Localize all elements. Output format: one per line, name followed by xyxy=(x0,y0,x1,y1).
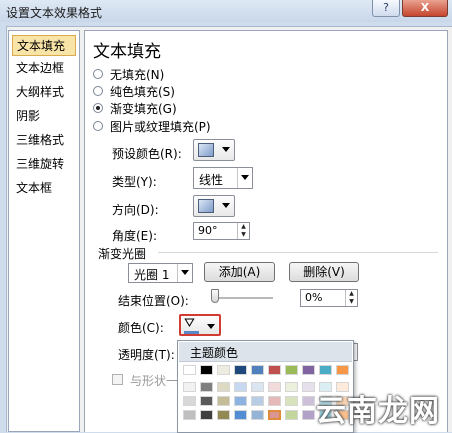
rotate-with-shape-checkbox[interactable] xyxy=(112,374,123,385)
color-swatch[interactable] xyxy=(302,410,315,420)
preset-colors-label: 预设颜色(R): xyxy=(112,147,182,161)
color-swatch[interactable] xyxy=(268,410,281,420)
type-select[interactable]: 线性 xyxy=(193,167,253,189)
end-position-slider-track[interactable] xyxy=(213,297,273,300)
color-swatch[interactable] xyxy=(285,365,298,375)
direction-label: 方向(D): xyxy=(112,203,159,217)
color-swatch[interactable] xyxy=(251,396,264,406)
color-swatch[interactable] xyxy=(200,396,213,406)
color-swatch[interactable] xyxy=(268,396,281,406)
color-swatch[interactable] xyxy=(251,365,264,375)
chevron-down-icon xyxy=(241,175,249,180)
angle-value: 90° xyxy=(198,224,218,237)
gradient-swatch-icon xyxy=(198,199,214,213)
color-swatch[interactable] xyxy=(183,410,196,420)
spin-arrows-icon[interactable]: ▲▼ xyxy=(237,223,249,239)
radio-no-fill[interactable] xyxy=(93,69,103,79)
direction-button[interactable] xyxy=(193,195,235,217)
gradient-stop-select[interactable]: 光圈 1 xyxy=(128,263,193,283)
gradient-swatch-icon xyxy=(198,143,214,157)
radio-picture-fill[interactable] xyxy=(93,121,103,131)
color-swatch[interactable] xyxy=(285,382,298,392)
category-list: 文本填充 文本边框 大纲样式 阴影 三维格式 三维旋转 文本框 xyxy=(8,30,80,432)
radio-no-fill-label: 无填充(N) xyxy=(110,68,165,82)
color-swatch[interactable] xyxy=(234,410,247,420)
color-swatch[interactable] xyxy=(183,382,196,392)
color-swatch[interactable] xyxy=(268,365,281,375)
color-swatch[interactable] xyxy=(217,396,230,406)
nav-text-box[interactable]: 文本框 xyxy=(12,178,76,199)
color-swatch[interactable] xyxy=(200,365,213,375)
preset-colors-button[interactable] xyxy=(193,139,235,161)
color-swatch[interactable] xyxy=(285,410,298,420)
color-swatch[interactable] xyxy=(251,382,264,392)
angle-label: 角度(E): xyxy=(112,229,157,243)
radio-gradient-fill-label: 渐变填充(G) xyxy=(110,102,177,116)
close-button[interactable]: X xyxy=(402,0,448,17)
paint-bucket-icon: ⛛ xyxy=(184,316,195,331)
theme-colors-header: 主题颜色 xyxy=(179,342,352,362)
nav-3d-format[interactable]: 三维格式 xyxy=(12,130,76,151)
end-position-value: 0% xyxy=(305,291,323,304)
end-position-spinner[interactable]: 0% ▲ ▼ xyxy=(300,289,358,307)
theme-colors-title: 主题颜色 xyxy=(190,346,239,360)
help-button[interactable]: ? xyxy=(372,0,400,17)
spin-arrows-icon[interactable]: ▲▼ xyxy=(345,290,357,306)
nav-shadow[interactable]: 阴影 xyxy=(12,106,76,127)
color-swatch[interactable] xyxy=(268,382,281,392)
nav-text-border[interactable]: 文本边框 xyxy=(12,58,76,79)
rotate-with-shape-label: 与形状一 xyxy=(130,374,179,388)
color-swatch[interactable] xyxy=(251,410,264,420)
color-swatch[interactable] xyxy=(217,365,230,375)
color-swatch[interactable] xyxy=(200,382,213,392)
nav-text-fill[interactable]: 文本填充 xyxy=(12,35,76,56)
color-swatch[interactable] xyxy=(285,396,298,406)
delete-stop-button[interactable]: 删除(V) xyxy=(289,262,359,282)
color-swatch[interactable] xyxy=(302,396,315,406)
angle-spinner[interactable]: 90° ▲ ▼ xyxy=(193,222,250,240)
transparency-label: 透明度(T): xyxy=(118,348,175,362)
color-swatch[interactable] xyxy=(302,382,315,392)
color-swatch[interactable] xyxy=(183,365,196,375)
color-swatch[interactable] xyxy=(200,410,213,420)
end-position-label: 结束位置(O): xyxy=(118,294,189,308)
color-label: 颜色(C): xyxy=(118,321,164,335)
color-picker-button[interactable]: ⛛ xyxy=(179,314,221,336)
end-position-slider-thumb[interactable] xyxy=(211,289,219,303)
panel-heading: 文本填充 xyxy=(93,42,161,62)
color-swatch[interactable] xyxy=(183,396,196,406)
gradient-stop-value: 光圈 1 xyxy=(134,268,170,282)
radio-solid-fill[interactable] xyxy=(93,86,103,96)
type-label: 类型(Y): xyxy=(112,175,157,189)
color-swatch[interactable] xyxy=(302,365,315,375)
window-title: 设置文本效果格式 xyxy=(6,6,103,20)
dropdown-arrow-icon xyxy=(222,203,230,208)
color-swatch[interactable] xyxy=(234,365,247,375)
chevron-down-icon xyxy=(181,270,189,275)
color-swatch[interactable] xyxy=(217,382,230,392)
dropdown-arrow-icon xyxy=(207,324,215,329)
nav-outline-style[interactable]: 大纲样式 xyxy=(12,82,76,103)
gradient-stops-label: 渐变光圈 xyxy=(98,247,147,261)
radio-picture-fill-label: 图片或纹理填充(P) xyxy=(110,120,211,134)
color-swatch[interactable] xyxy=(319,365,332,375)
radio-gradient-fill[interactable] xyxy=(93,103,103,113)
color-swatch[interactable] xyxy=(234,396,247,406)
type-select-value: 线性 xyxy=(199,173,224,187)
radio-solid-fill-label: 纯色填充(S) xyxy=(110,85,175,99)
nav-3d-rotation[interactable]: 三维旋转 xyxy=(12,154,76,175)
section-divider xyxy=(158,252,438,253)
color-swatch[interactable] xyxy=(217,410,230,420)
add-stop-button[interactable]: 添加(A) xyxy=(204,262,275,282)
site-watermark: 云南龙网 xyxy=(316,394,440,429)
color-swatch[interactable] xyxy=(234,382,247,392)
dropdown-arrow-icon xyxy=(222,147,230,152)
current-color-bar xyxy=(184,331,199,334)
color-swatch[interactable] xyxy=(336,365,349,375)
